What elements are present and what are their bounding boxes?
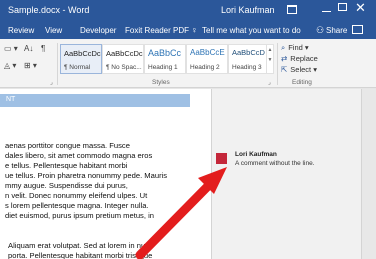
window-title: Sample.docx - Word bbox=[8, 5, 90, 15]
comments-icon[interactable] bbox=[352, 25, 363, 34]
markup-pane bbox=[211, 89, 361, 259]
ribbon: ▭ ▾ A↓ ¶ ◬ ▾ ⊞ ▾ ⌟ AaBbCcDc ¶ Normal AaB… bbox=[0, 39, 376, 88]
style-heading-3[interactable]: AaBbCcD Heading 3 bbox=[228, 44, 270, 74]
tab-developer[interactable]: Developer bbox=[80, 26, 116, 35]
ribbon-display-options-icon[interactable] bbox=[287, 5, 297, 14]
share-person-icon: ⚇ bbox=[316, 25, 325, 35]
styles-dialog-launcher-icon[interactable]: ⌟ bbox=[268, 79, 271, 86]
style-preview: AaBbCcDc bbox=[106, 49, 143, 58]
body-line: dales libero, sit amet commodo magna ero… bbox=[5, 151, 153, 160]
body-line: n velit. Donec nonummy eleifend ulpes. U… bbox=[5, 191, 148, 200]
styles-gallery-scroll[interactable]: ▲ ▼ bbox=[266, 44, 274, 74]
style-preview: AaBbCc bbox=[148, 48, 182, 58]
style-heading-1[interactable]: AaBbCc Heading 1 bbox=[144, 44, 186, 74]
body-line: diet euismod, purus ipsum pretium metus,… bbox=[5, 211, 154, 220]
shading-icon[interactable]: ◬ ▾ bbox=[4, 61, 16, 70]
find-button[interactable]: ⌕ Find ▾ bbox=[281, 43, 309, 53]
share-button[interactable]: Share bbox=[326, 26, 347, 35]
tab-view[interactable]: View bbox=[45, 26, 62, 35]
body-line: ue tellus. Proin pharetra nonummy pede. … bbox=[5, 171, 168, 180]
body-line: Aliquam erat volutpat. Sed at lorem in n… bbox=[8, 241, 154, 250]
body-line: s lorem pellentesque magna. Integer null… bbox=[5, 201, 149, 210]
body-line: e tellus. Pellentesque habitant morbi bbox=[5, 161, 128, 170]
tab-review[interactable]: Review bbox=[8, 26, 34, 35]
paragraph-borders-icon[interactable]: ⊞ ▾ bbox=[24, 61, 37, 70]
body-line: aenas porttitor congue massa. Fusce bbox=[5, 141, 130, 150]
maximize-icon[interactable] bbox=[338, 3, 347, 11]
group-separator bbox=[277, 43, 278, 85]
title-bar: Sample.docx - Word Lori Kaufman ✕ bbox=[0, 0, 376, 22]
document-page[interactable]: NT aenas porttitor congue massa. Fusce d… bbox=[0, 89, 211, 259]
body-line: porta. Pellentesque habitant morbi trist… bbox=[8, 251, 153, 259]
body-line: mmy augue. Suspendisse dui purus, bbox=[5, 181, 128, 190]
find-label: Find bbox=[288, 43, 303, 52]
comment-author: Lori Kaufman bbox=[235, 151, 277, 158]
borders-icon[interactable]: ▭ ▾ bbox=[4, 44, 18, 53]
select-button[interactable]: ⇱ Select ▾ bbox=[281, 65, 317, 74]
lightbulb-icon: ♀ bbox=[191, 25, 198, 35]
paragraph-dialog-launcher-icon[interactable]: ⌟ bbox=[50, 79, 53, 86]
style-normal[interactable]: AaBbCcDc ¶ Normal bbox=[60, 44, 102, 74]
vertical-scrollbar[interactable] bbox=[361, 89, 376, 259]
editing-group-label: Editing bbox=[292, 79, 312, 86]
select-label: Select bbox=[290, 65, 312, 74]
style-name: Heading 3 bbox=[232, 64, 262, 71]
heading-text: NT bbox=[6, 96, 16, 103]
style-preview: AaBbCcD bbox=[232, 48, 265, 57]
comment-balloon[interactable]: Lori Kaufman A comment without the line. bbox=[216, 151, 344, 173]
ribbon-tabs: Review View Developer Foxit Reader PDF ♀… bbox=[0, 22, 376, 39]
style-preview: AaBbCcE bbox=[190, 48, 225, 57]
comment-text: A comment without the line. bbox=[235, 160, 315, 167]
avatar bbox=[216, 153, 227, 164]
style-name: ¶ No Spac... bbox=[106, 64, 142, 71]
styles-group-label: Styles bbox=[152, 79, 170, 86]
sort-icon[interactable]: A↓ bbox=[24, 44, 33, 53]
style-name: Heading 1 bbox=[148, 64, 178, 71]
style-preview: AaBbCcDc bbox=[64, 49, 101, 58]
replace-icon: ⇄ bbox=[281, 54, 288, 63]
style-name: Heading 2 bbox=[190, 64, 220, 71]
minimize-icon[interactable] bbox=[322, 11, 331, 12]
tell-me-box[interactable]: Tell me what you want to do bbox=[202, 26, 301, 35]
close-icon[interactable]: ✕ bbox=[355, 1, 366, 14]
heading-block: NT bbox=[0, 94, 190, 107]
styles-gallery: AaBbCcDc ¶ Normal AaBbCcDc ¶ No Spac... … bbox=[60, 44, 270, 74]
replace-label: Replace bbox=[290, 54, 318, 63]
show-formatting-icon[interactable]: ¶ bbox=[41, 44, 45, 53]
document-area: NT aenas porttitor congue massa. Fusce d… bbox=[0, 89, 376, 259]
style-no-spacing[interactable]: AaBbCcDc ¶ No Spac... bbox=[102, 44, 144, 74]
select-icon: ⇱ bbox=[281, 65, 288, 74]
style-heading-2[interactable]: AaBbCcE Heading 2 bbox=[186, 44, 228, 74]
style-name: ¶ Normal bbox=[64, 64, 91, 71]
search-icon: ⌕ bbox=[281, 43, 286, 52]
user-name[interactable]: Lori Kaufman bbox=[221, 5, 275, 15]
group-separator bbox=[57, 43, 58, 85]
replace-button[interactable]: ⇄ Replace bbox=[281, 54, 318, 63]
tab-foxit-reader-pdf[interactable]: Foxit Reader PDF bbox=[125, 26, 189, 35]
